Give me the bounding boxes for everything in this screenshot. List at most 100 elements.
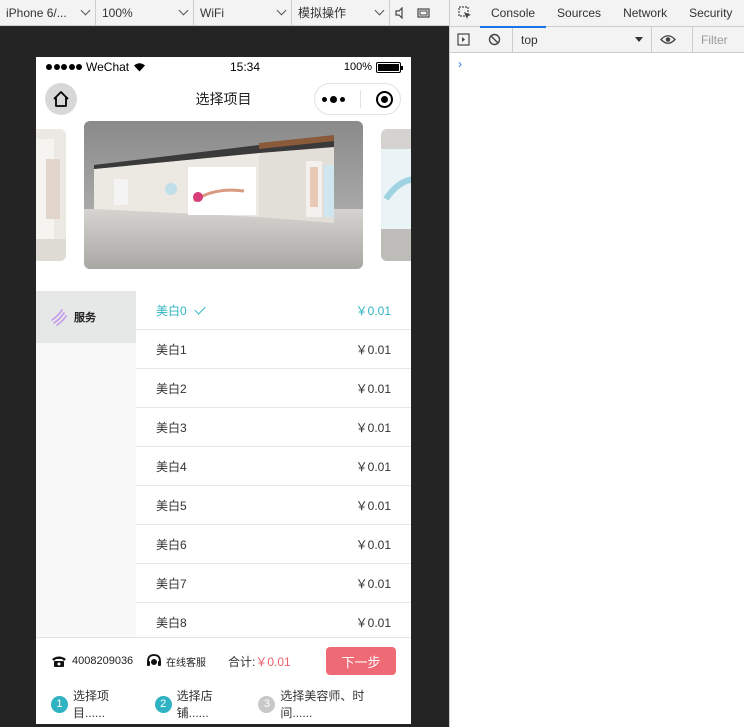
home-button[interactable] [45, 83, 77, 115]
eye-icon[interactable] [652, 34, 684, 45]
service-item-price: ￥0.01 [355, 342, 391, 357]
online-service-label: 在线客服 [166, 657, 206, 669]
step-item: 1 选择项目...... [51, 687, 141, 721]
banner-slide-prev[interactable] [36, 129, 66, 261]
total-label: 合计: [228, 654, 256, 669]
mode-select-label: 模拟操作 [298, 6, 347, 20]
service-list: 美白0 ￥0.01 美白1 ￥0.01 美白2 ￥0.01 美白3 ￥0.01 美白4 ￥0.01… [136, 291, 411, 637]
service-item-row[interactable]: 美白7 ￥0.01 [136, 564, 411, 603]
headset-icon [147, 654, 161, 666]
step-label: 选择美容师、时间...... [280, 689, 365, 720]
console-filter-input[interactable]: Filter [692, 27, 728, 52]
nav-bar: 选择项目 [36, 77, 411, 121]
category-sidebar: 服务 [36, 291, 136, 637]
phone-screen: WeChat 15:34 100% 选择项目 服务 美白0 ￥0.01 美白1 … [36, 57, 411, 724]
step-item: 2 选择店铺...... [154, 687, 245, 721]
step-number-badge: 2 [154, 695, 172, 713]
step-number-badge: 3 [258, 695, 276, 713]
service-item-name: 美白8 [156, 615, 187, 630]
service-item-row[interactable]: 美白5 ￥0.01 [136, 486, 411, 525]
service-item-name: 美白7 [156, 576, 187, 591]
sidebar-toggle-icon[interactable] [450, 33, 476, 46]
console-toolbar: top Filter [450, 27, 744, 53]
device-select-label: iPhone 6/... [6, 5, 67, 20]
total-price: 合计:￥0.01 [228, 653, 291, 670]
devtools-panel: Console Sources Network Security top Fil… [449, 0, 744, 727]
banner-carousel[interactable] [36, 121, 411, 291]
carrier-signal: WeChat [46, 60, 146, 74]
clear-console-icon[interactable] [476, 33, 512, 46]
more-icon[interactable] [322, 95, 346, 103]
service-item-row[interactable]: 美白2 ￥0.01 [136, 369, 411, 408]
battery-indicator: 100% [343, 61, 403, 73]
context-select[interactable]: top [512, 27, 652, 52]
service-item-row[interactable]: 美白6 ￥0.01 [136, 525, 411, 564]
zoom-select[interactable]: 100% [96, 0, 194, 25]
chevron-down-icon [80, 5, 91, 16]
network-select[interactable]: WiFi [194, 0, 292, 25]
chevron-down-icon [178, 5, 189, 16]
service-item-row[interactable]: 美白3 ￥0.01 [136, 408, 411, 447]
online-service[interactable]: 在线客服 [146, 653, 228, 669]
inspect-element-icon[interactable] [450, 0, 480, 27]
check-icon [194, 302, 206, 315]
step-progress: 1 选择项目...... 2 选择店铺...... 3 选择美容师、时间...... [36, 684, 411, 724]
status-time: 15:34 [229, 60, 261, 74]
home-icon [53, 91, 69, 107]
service-item-row[interactable]: 美白1 ￥0.01 [136, 330, 411, 369]
service-item-price: ￥0.01 [355, 498, 391, 513]
service-item-name: 美白1 [156, 342, 187, 357]
battery-percent: 100% [343, 61, 372, 73]
phone-number: 4008209036 [72, 655, 134, 667]
step-label: 选择店铺...... [176, 689, 213, 720]
service-panel: 服务 美白0 ￥0.01 美白1 ￥0.01 美白2 ￥0.01 美白3 ￥0.01 美白4 ￥0… [36, 291, 411, 637]
close-target-icon[interactable] [375, 90, 393, 108]
next-step-button[interactable]: 下一步 [326, 647, 396, 675]
service-item-name: 美白4 [156, 459, 187, 474]
wifi-icon [134, 63, 146, 72]
devtools-tabs: Console Sources Network Security [450, 0, 744, 28]
page-title: 选择项目 [195, 91, 252, 107]
service-item-price: ￥0.01 [355, 576, 391, 591]
phone-contact[interactable]: 4008209036 [51, 655, 146, 668]
tab-security[interactable]: Security [678, 0, 743, 27]
step-number-badge: 1 [51, 695, 68, 713]
app-root: iPhone 6/... 100% WiFi 模拟操作 WeChat 15:34… [0, 0, 744, 727]
menu-capsule [314, 83, 401, 115]
console-prompt[interactable]: › [450, 53, 744, 75]
action-bar: 4008209036 在线客服 合计:￥0.01 下一步 [36, 638, 411, 684]
chevron-down-icon [374, 5, 385, 16]
service-item-row[interactable]: 美白0 ￥0.01 [136, 291, 411, 330]
network-select-label: WiFi [200, 5, 224, 20]
service-item-row[interactable]: 美白8 ￥0.01 [136, 603, 411, 637]
banner-slide-next[interactable] [381, 129, 411, 261]
bottom-bar: 4008209036 在线客服 合计:￥0.01 下一步 1 选择项目...... [36, 637, 411, 724]
telephone-icon [52, 656, 66, 667]
window-icon[interactable] [412, 0, 434, 26]
tab-sources[interactable]: Sources [546, 0, 612, 27]
service-item-name-wrap: 美白0 [156, 302, 206, 319]
chevron-down-icon [276, 5, 287, 16]
service-item-price: ￥0.01 [355, 420, 391, 435]
step-item: 3 选择美容师、时间...... [258, 687, 396, 721]
category-item-service[interactable]: 服务 [36, 291, 136, 343]
service-item-name: 美白0 [156, 303, 187, 318]
service-item-name: 美白6 [156, 537, 187, 552]
service-item-name: 美白3 [156, 420, 187, 435]
banner-slide-store[interactable] [84, 121, 363, 269]
service-item-row[interactable]: 美白4 ￥0.01 [136, 447, 411, 486]
speaker-icon[interactable] [390, 0, 412, 26]
context-label: top [521, 32, 538, 47]
service-item-name-wrap: 美白2 [156, 380, 187, 397]
tab-network[interactable]: Network [612, 0, 678, 27]
service-item-name-wrap: 美白8 [156, 614, 187, 631]
capsule-divider [359, 90, 361, 108]
tab-console[interactable]: Console [480, 0, 547, 28]
service-item-name-wrap: 美白7 [156, 575, 187, 592]
service-item-price: ￥0.01 [355, 303, 391, 318]
mode-select[interactable]: 模拟操作 [292, 0, 390, 25]
service-item-name-wrap: 美白3 [156, 419, 187, 436]
device-select[interactable]: iPhone 6/... [0, 0, 96, 25]
service-item-name-wrap: 美白1 [156, 341, 187, 358]
service-item-price: ￥0.01 [355, 615, 391, 630]
